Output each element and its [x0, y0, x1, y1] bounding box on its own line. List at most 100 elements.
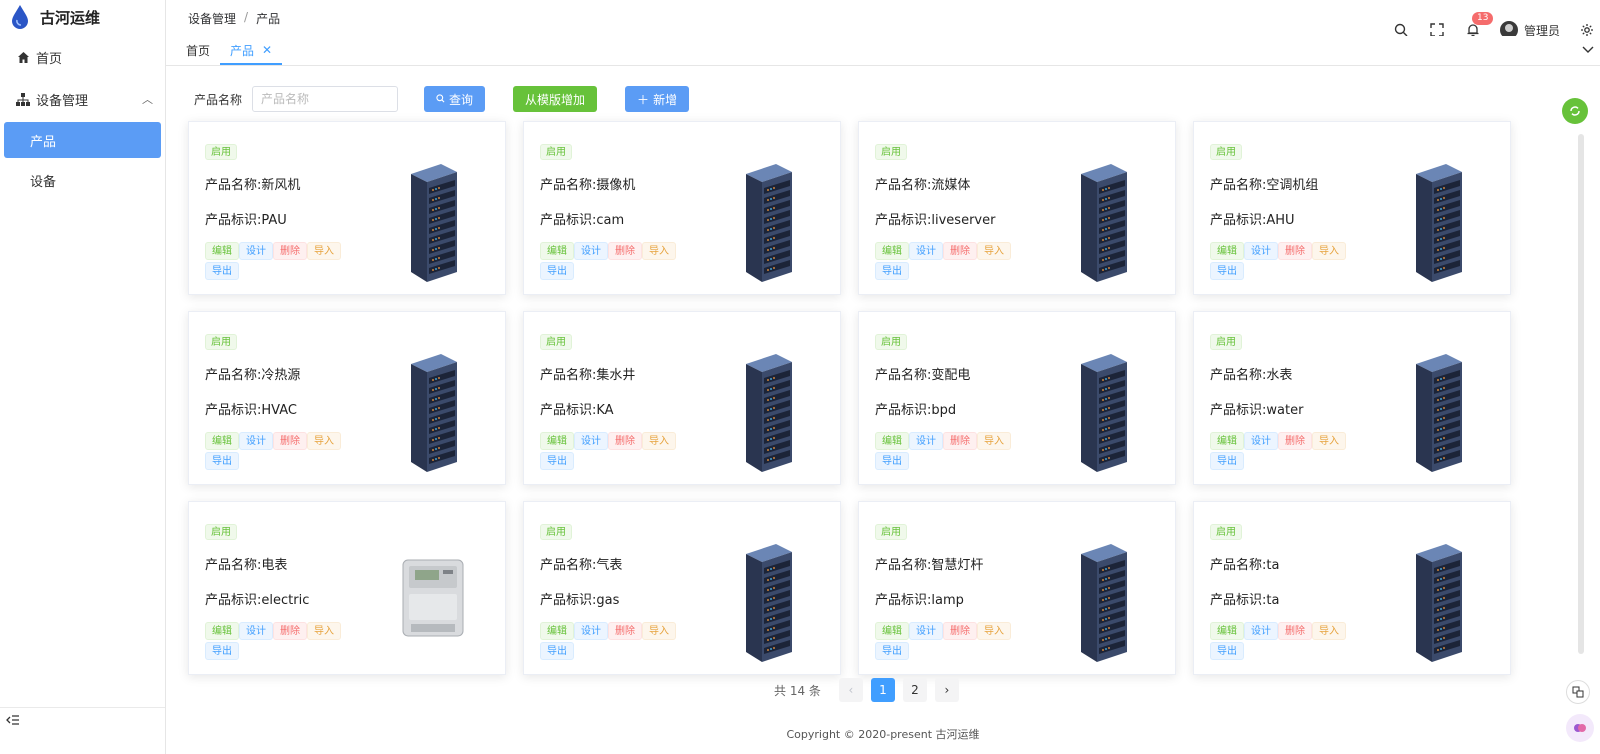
delete-button[interactable]: 删除: [1278, 432, 1312, 450]
export-button[interactable]: 导出: [205, 452, 239, 470]
import-button[interactable]: 导入: [642, 242, 676, 260]
import-button[interactable]: 导入: [307, 432, 341, 450]
product-card[interactable]: 启用 产品名称:流媒体 产品标识:liveserver 编辑 设计 删除 导入 …: [858, 121, 1176, 295]
design-button[interactable]: 设计: [574, 622, 608, 640]
export-button[interactable]: 导出: [540, 642, 574, 660]
export-button[interactable]: 导出: [875, 452, 909, 470]
design-button[interactable]: 设计: [239, 622, 273, 640]
app-logo[interactable]: 古河运维: [0, 0, 165, 34]
server-rack-image: [742, 540, 794, 664]
delete-button[interactable]: 删除: [608, 622, 642, 640]
import-button[interactable]: 导入: [1312, 432, 1346, 450]
edit-button[interactable]: 编辑: [540, 242, 574, 260]
breadcrumb-item[interactable]: 设备管理: [188, 10, 236, 27]
design-button[interactable]: 设计: [1244, 242, 1278, 260]
card-actions: 编辑 设计 删除 导入 导出: [540, 622, 690, 660]
export-button[interactable]: 导出: [1210, 452, 1244, 470]
import-button[interactable]: 导入: [307, 622, 341, 640]
export-button[interactable]: 导出: [1210, 642, 1244, 660]
import-button[interactable]: 导入: [977, 432, 1011, 450]
export-button[interactable]: 导出: [205, 262, 239, 280]
collapse-menu-icon[interactable]: [6, 714, 20, 730]
edit-button[interactable]: 编辑: [1210, 622, 1244, 640]
scrollbar[interactable]: [1578, 134, 1584, 654]
delete-button[interactable]: 删除: [608, 242, 642, 260]
export-button[interactable]: 导出: [540, 452, 574, 470]
export-button[interactable]: 导出: [540, 262, 574, 280]
edit-button[interactable]: 编辑: [1210, 242, 1244, 260]
page-1-button[interactable]: 1: [870, 678, 895, 702]
product-card[interactable]: 启用 产品名称:变配电 产品标识:bpd 编辑 设计 删除 导入 导出: [858, 311, 1176, 485]
product-card[interactable]: 启用 产品名称:智慧灯杆 产品标识:lamp 编辑 设计 删除 导入 导出: [858, 501, 1176, 675]
product-card[interactable]: 启用 产品名称:电表 产品标识:electric 编辑 设计 删除 导入 导出: [188, 501, 506, 675]
import-button[interactable]: 导入: [642, 622, 676, 640]
delete-button[interactable]: 删除: [1278, 242, 1312, 260]
import-button[interactable]: 导入: [1312, 242, 1346, 260]
query-button-label: 查询: [449, 92, 474, 107]
tab-home[interactable]: 首页: [176, 37, 220, 65]
query-button[interactable]: 查询: [424, 86, 486, 112]
delete-button[interactable]: 删除: [608, 432, 642, 450]
delete-button[interactable]: 删除: [1278, 622, 1312, 640]
sidebar-item-product[interactable]: 产品: [4, 122, 161, 158]
import-button[interactable]: 导入: [642, 432, 676, 450]
delete-button[interactable]: 删除: [943, 432, 977, 450]
edit-button[interactable]: 编辑: [540, 622, 574, 640]
design-button[interactable]: 设计: [909, 242, 943, 260]
ai-assistant-icon[interactable]: [1566, 714, 1594, 742]
product-card[interactable]: 启用 产品名称:空调机组 产品标识:AHU 编辑 设计 删除 导入 导出: [1193, 121, 1511, 295]
edit-button[interactable]: 编辑: [205, 622, 239, 640]
add-button[interactable]: ＋ 新增: [625, 86, 690, 112]
design-button[interactable]: 设计: [1244, 622, 1278, 640]
import-button[interactable]: 导入: [977, 242, 1011, 260]
design-button[interactable]: 设计: [574, 242, 608, 260]
delete-button[interactable]: 删除: [273, 622, 307, 640]
export-button[interactable]: 导出: [205, 642, 239, 660]
sidebar-item-device[interactable]: 设备: [4, 162, 161, 198]
product-card[interactable]: 启用 产品名称:新风机 产品标识:PAU 编辑 设计 删除 导入 导出: [188, 121, 506, 295]
edit-button[interactable]: 编辑: [875, 622, 909, 640]
product-card[interactable]: 启用 产品名称:ta 产品标识:ta 编辑 设计 删除 导入 导出: [1193, 501, 1511, 675]
translate-icon[interactable]: [1566, 680, 1590, 704]
design-button[interactable]: 设计: [909, 432, 943, 450]
design-button[interactable]: 设计: [574, 432, 608, 450]
import-button[interactable]: 导入: [1312, 622, 1346, 640]
edit-button[interactable]: 编辑: [205, 242, 239, 260]
edit-button[interactable]: 编辑: [875, 432, 909, 450]
design-button[interactable]: 设计: [1244, 432, 1278, 450]
edit-button[interactable]: 编辑: [1210, 432, 1244, 450]
add-from-template-button[interactable]: 从模版增加: [513, 86, 598, 112]
product-card[interactable]: 启用 产品名称:气表 产品标识:gas 编辑 设计 删除 导入 导出: [523, 501, 841, 675]
edit-button[interactable]: 编辑: [205, 432, 239, 450]
prev-page-icon[interactable]: ‹: [838, 678, 863, 702]
server-rack-image: [1077, 540, 1129, 664]
sidebar-item-home[interactable]: 首页: [0, 38, 165, 76]
product-card[interactable]: 启用 产品名称:水表 产品标识:water 编辑 设计 删除 导入 导出: [1193, 311, 1511, 485]
design-button[interactable]: 设计: [909, 622, 943, 640]
chevron-down-icon[interactable]: [1582, 44, 1594, 57]
floating-action-icon[interactable]: [1562, 98, 1588, 124]
delete-button[interactable]: 删除: [273, 242, 307, 260]
product-card[interactable]: 启用 产品名称:集水井 产品标识:KA 编辑 设计 删除 导入 导出: [523, 311, 841, 485]
design-button[interactable]: 设计: [239, 242, 273, 260]
edit-button[interactable]: 编辑: [540, 432, 574, 450]
edit-button[interactable]: 编辑: [875, 242, 909, 260]
product-card[interactable]: 启用 产品名称:冷热源 产品标识:HVAC 编辑 设计 删除 导入 导出: [188, 311, 506, 485]
page-2-button[interactable]: 2: [902, 678, 927, 702]
close-icon[interactable]: ✕: [262, 43, 272, 57]
delete-button[interactable]: 删除: [943, 242, 977, 260]
import-button[interactable]: 导入: [977, 622, 1011, 640]
import-button[interactable]: 导入: [307, 242, 341, 260]
design-button[interactable]: 设计: [239, 432, 273, 450]
tab-product[interactable]: 产品 ✕: [220, 37, 283, 65]
product-card[interactable]: 启用 产品名称:摄像机 产品标识:cam 编辑 设计 删除 导入 导出: [523, 121, 841, 295]
search-icon: [436, 92, 445, 106]
delete-button[interactable]: 删除: [943, 622, 977, 640]
delete-button[interactable]: 删除: [273, 432, 307, 450]
product-name-input[interactable]: [252, 86, 399, 112]
next-page-icon[interactable]: ›: [934, 678, 959, 702]
sidebar-group-header[interactable]: 设备管理 ︿: [0, 80, 165, 118]
export-button[interactable]: 导出: [1210, 262, 1244, 280]
export-button[interactable]: 导出: [875, 642, 909, 660]
export-button[interactable]: 导出: [875, 262, 909, 280]
